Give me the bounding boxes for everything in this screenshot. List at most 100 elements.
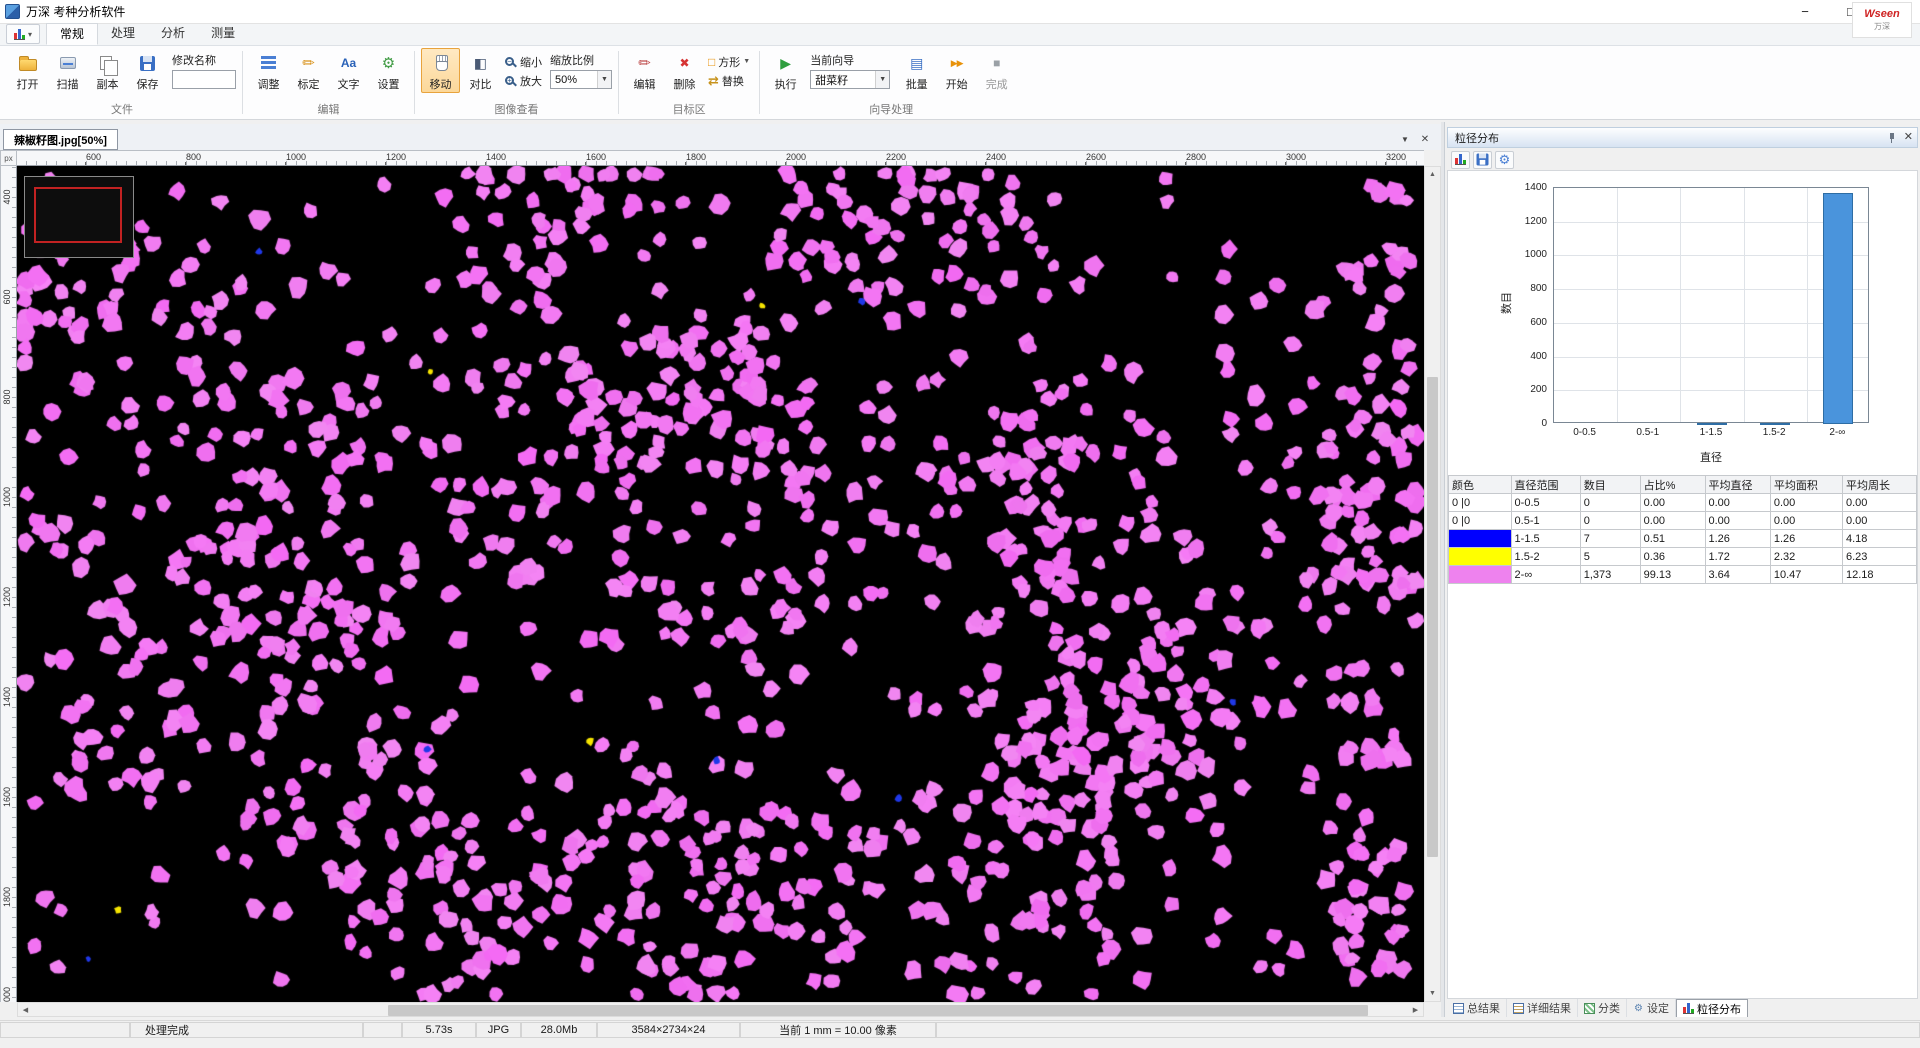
ribbon-tab-strip: ▾ 常规 处理 分析 测量: [0, 24, 1920, 46]
text-button[interactable]: 文字: [329, 48, 368, 93]
chart-y-tick-label: 1000: [1505, 249, 1547, 260]
table-header-cell[interactable]: 占比%: [1640, 476, 1705, 494]
export-button[interactable]: [1473, 151, 1492, 169]
batch-button[interactable]: 批量: [897, 48, 936, 93]
quick-access-button[interactable]: ▾: [6, 24, 40, 44]
application-window: 万深 考种分析软件 − □ ✕ ▾ 常规 处理 分析 测量 Wseen 万深 打…: [0, 0, 1920, 1048]
panel-tab-grid[interactable]: 分类: [1578, 999, 1627, 1017]
open-button-label: 打开: [17, 76, 39, 92]
calibrate-button[interactable]: 标定: [289, 48, 328, 93]
run-button[interactable]: 执行: [766, 48, 805, 93]
start-button[interactable]: 开始: [937, 48, 976, 93]
ruler-top-tick-label: 2000: [786, 152, 806, 162]
table-header-cell[interactable]: 平均直径: [1705, 476, 1770, 494]
panel-tab-table[interactable]: 总结果: [1447, 999, 1507, 1017]
table-header-cell[interactable]: 颜色: [1449, 476, 1512, 494]
table-cell: 0.5-1: [1511, 512, 1580, 530]
vertical-scroll-thumb[interactable]: [1427, 377, 1438, 857]
settings-gear-icon: [382, 54, 395, 72]
panel-tab-chart[interactable]: 粒径分布: [1676, 999, 1748, 1017]
panel-close-icon[interactable]: ✕: [1904, 132, 1913, 143]
ruler-top-tick-label: 2800: [1186, 152, 1206, 162]
square-label: 方形: [718, 54, 740, 70]
status-scale-calibration: 当前 1 mm = 10.00 像素: [740, 1022, 936, 1038]
image-canvas[interactable]: [17, 166, 1424, 1002]
replace-button[interactable]: 替换: [705, 72, 753, 89]
ribbon-tab-general[interactable]: 常规: [46, 23, 98, 45]
table-row[interactable]: 1.5-250.361.722.326.23: [1449, 548, 1917, 566]
finish-button[interactable]: 完成: [977, 48, 1016, 93]
ribbon-tab-analysis[interactable]: 分析: [148, 23, 198, 45]
finish-icon: [993, 56, 1000, 70]
move-tool-button[interactable]: 移动: [421, 48, 460, 93]
square-shape-button[interactable]: 方形: [705, 53, 753, 70]
rename-input[interactable]: [172, 70, 236, 89]
ruler-top-tick-label: 2400: [986, 152, 1006, 162]
hand-move-icon: [434, 55, 448, 71]
table-header-cell[interactable]: 数目: [1580, 476, 1640, 494]
wizard-select[interactable]: 甜菜籽 ▼: [810, 70, 890, 89]
table-row[interactable]: 2-∞1,37399.133.6410.4712.18: [1449, 566, 1917, 584]
table-row[interactable]: 1-1.570.511.261.264.18: [1449, 530, 1917, 548]
settings-button[interactable]: 设置: [369, 48, 408, 93]
navigator-view-rectangle[interactable]: [34, 187, 122, 243]
scroll-right-arrow[interactable]: ▶: [1408, 1003, 1423, 1016]
panel-tab-label: 总结果: [1467, 1000, 1500, 1016]
ribbon-tab-process[interactable]: 处理: [98, 23, 148, 45]
tab-close-button[interactable]: ✕: [1417, 132, 1433, 146]
panel-tab-list[interactable]: 详细结果: [1507, 999, 1578, 1017]
pin-icon[interactable]: [1887, 133, 1896, 143]
text-icon: [341, 56, 356, 70]
table-cell: 0.00: [1770, 512, 1842, 530]
bar-chart-icon: [1455, 154, 1466, 165]
target-edit-button[interactable]: 编辑: [625, 48, 664, 93]
ruler-left-tick-label: 800: [2, 382, 12, 412]
copy-button[interactable]: 副本: [88, 48, 127, 93]
target-delete-button[interactable]: 删除: [665, 48, 704, 93]
adjust-button[interactable]: 调整: [249, 48, 288, 93]
vertical-scrollbar[interactable]: ▲ ▼: [1424, 166, 1441, 1002]
zoom-out-button[interactable]: 缩小: [501, 53, 545, 70]
scroll-left-arrow[interactable]: ◀: [18, 1003, 33, 1016]
table-cell: 99.13: [1640, 566, 1705, 584]
horizontal-scrollbar[interactable]: ◀ ▶: [17, 1002, 1424, 1017]
table-header-cell[interactable]: 直径范围: [1511, 476, 1580, 494]
ribbon-group-file-label: 文件: [8, 101, 236, 119]
scroll-up-arrow[interactable]: ▲: [1425, 167, 1440, 182]
panel-tab-gear[interactable]: 设定: [1627, 999, 1676, 1017]
document-tab[interactable]: 辣椒籽图.jpg[50%]: [3, 129, 118, 150]
save-button[interactable]: 保存: [128, 48, 167, 93]
color-swatch-cell: [1449, 530, 1512, 548]
navigator-overview[interactable]: [24, 176, 134, 258]
rename-label: 修改名称: [172, 52, 236, 68]
tab-list-dropdown-button[interactable]: ▼: [1397, 132, 1413, 146]
chart-type-button[interactable]: [1451, 151, 1470, 169]
minimize-button[interactable]: −: [1782, 0, 1828, 23]
ruler-top-tick-label: 2600: [1086, 152, 1106, 162]
panel-tab-label: 设定: [1647, 1000, 1669, 1016]
table-cell: 0.00: [1705, 512, 1770, 530]
open-button[interactable]: 打开: [8, 48, 47, 93]
table-row[interactable]: 0 |00.5-100.000.000.000.00: [1449, 512, 1917, 530]
table-cell: 0.00: [1705, 494, 1770, 512]
table-cell: 0.00: [1770, 494, 1842, 512]
table-cell: 1.26: [1770, 530, 1842, 548]
chart-y-tick-label: 600: [1505, 317, 1547, 328]
scanner-icon: [60, 57, 76, 69]
table-cell: 10.47: [1770, 566, 1842, 584]
zoom-in-button[interactable]: 放大: [501, 72, 545, 89]
panel-header[interactable]: 粒径分布 ✕: [1447, 127, 1918, 148]
table-header-cell[interactable]: 平均面积: [1770, 476, 1842, 494]
table-row[interactable]: 0 |00-0.500.000.000.000.00: [1449, 494, 1917, 512]
scroll-down-arrow[interactable]: ▼: [1425, 986, 1440, 1001]
ribbon-tab-measure[interactable]: 测量: [198, 23, 248, 45]
compare-button[interactable]: 对比: [461, 48, 500, 93]
table-header-cell[interactable]: 平均周长: [1842, 476, 1916, 494]
ruler-left-tick-label: 1200: [2, 582, 12, 612]
zoom-ratio-select[interactable]: 50% ▼: [550, 70, 612, 89]
target-edit-label: 编辑: [634, 76, 656, 92]
target-edit-pencil-icon: [638, 54, 651, 72]
scan-button[interactable]: 扫描: [48, 48, 87, 93]
chart-settings-button[interactable]: [1495, 151, 1514, 169]
horizontal-scroll-thumb[interactable]: [388, 1005, 1368, 1016]
